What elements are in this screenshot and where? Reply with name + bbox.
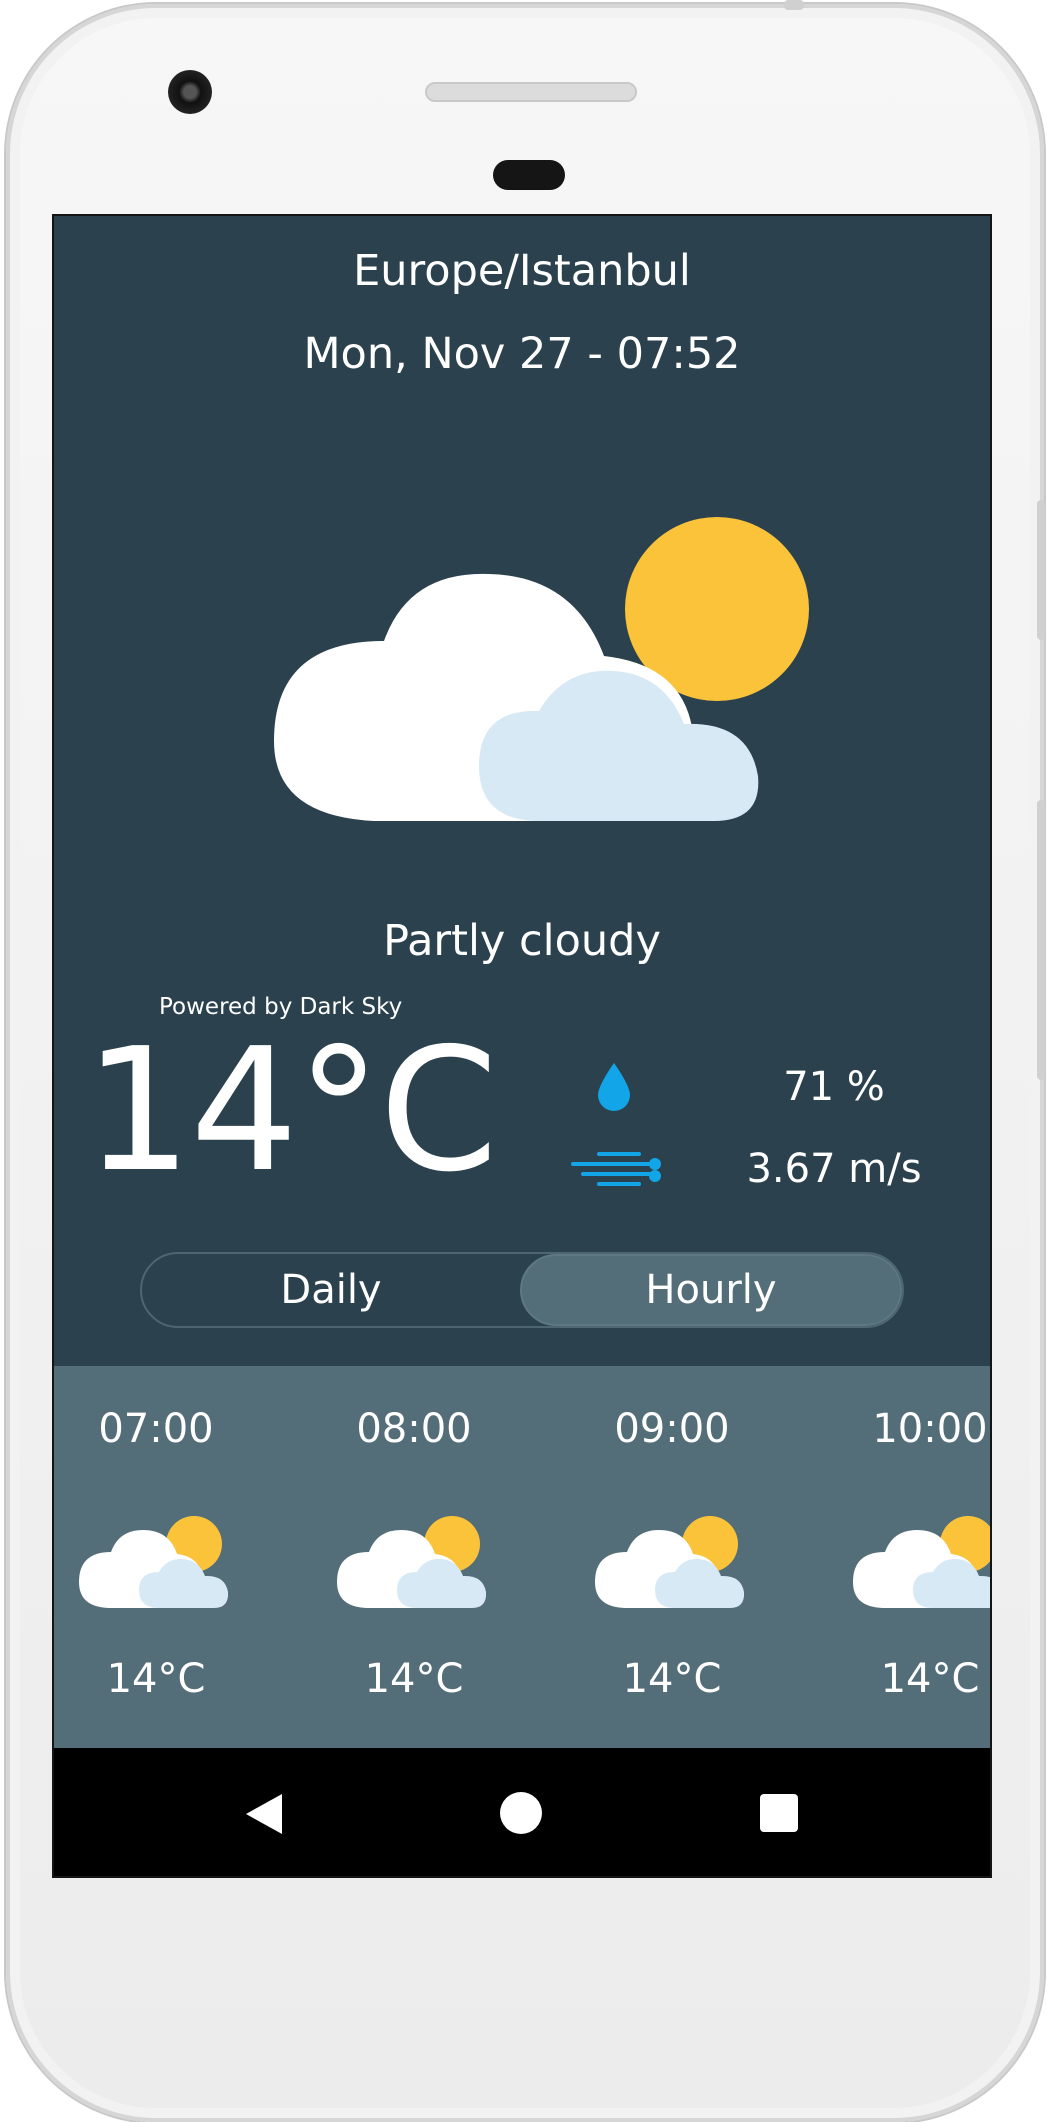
top-button	[784, 0, 804, 10]
hour-temperature: 14°C	[106, 1656, 206, 1702]
daily-tab[interactable]: Daily	[142, 1254, 520, 1326]
hour-temperature: 14°C	[364, 1656, 464, 1702]
volume-button	[1037, 800, 1045, 1080]
partly-cloudy-day-icon	[853, 1516, 990, 1608]
hour-time: 09:00	[614, 1406, 730, 1452]
hourly-item[interactable]: 10:00 14°C	[810, 1366, 990, 1748]
wind-speed-value: 3.67 m/s	[746, 1146, 922, 1192]
partly-cloudy-day-icon	[274, 517, 809, 821]
humidity-value: 71 %	[783, 1064, 885, 1110]
back-icon[interactable]	[244, 1792, 284, 1836]
hourly-item[interactable]: 09:00 14°C	[552, 1366, 792, 1748]
partly-cloudy-day-icon	[79, 1516, 229, 1608]
android-navigation-bar	[54, 1748, 990, 1876]
hour-temperature: 14°C	[880, 1656, 980, 1702]
datetime-label: Mon, Nov 27 - 07:52	[303, 329, 741, 379]
weather-summary: Partly cloudy	[383, 916, 661, 966]
partly-cloudy-day-icon	[337, 1516, 487, 1608]
power-button	[1037, 500, 1045, 640]
hourly-item[interactable]: 08:00 14°C	[294, 1366, 534, 1748]
hour-temperature: 14°C	[622, 1656, 722, 1702]
app-screen: Europe/Istanbul Mon, Nov 27 - 07:52 Part…	[52, 214, 992, 1878]
hourly-forecast-list[interactable]: 07:00 14°C 08:00 14°C 09:00 14°C 10:00 1…	[54, 1366, 990, 1748]
hour-time: 10:00	[872, 1406, 988, 1452]
partly-cloudy-day-icon	[595, 1516, 745, 1608]
recent-apps-icon[interactable]	[760, 1794, 798, 1832]
hour-time: 07:00	[98, 1406, 214, 1452]
earpiece-speaker	[425, 82, 637, 102]
hourly-tab[interactable]: Hourly	[520, 1254, 902, 1326]
front-camera	[168, 70, 212, 114]
hour-time: 08:00	[356, 1406, 472, 1452]
hourly-item[interactable]: 07:00 14°C	[54, 1366, 276, 1748]
forecast-toggle: Daily Hourly	[140, 1252, 904, 1328]
home-icon[interactable]	[500, 1792, 542, 1834]
humidity-drop-icon	[598, 1063, 630, 1111]
current-temperature: 14°C	[84, 1012, 498, 1210]
proximity-sensor	[493, 160, 565, 190]
wind-icon	[571, 1152, 661, 1186]
timezone-label: Europe/Istanbul	[353, 246, 691, 296]
